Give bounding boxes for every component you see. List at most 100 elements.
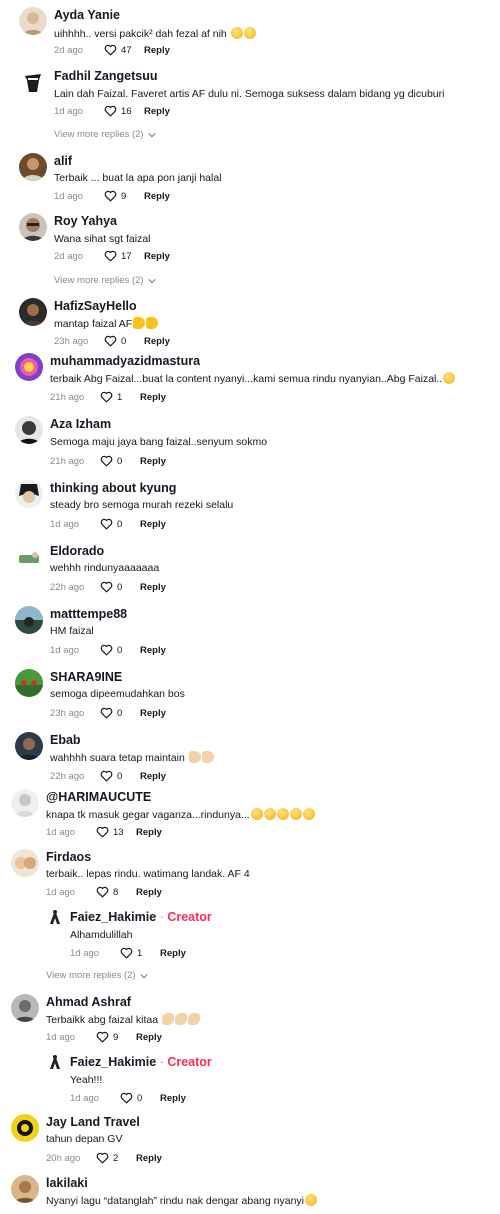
comment-username[interactable]: matttempe88 [50, 607, 127, 621]
avatar[interactable] [15, 669, 43, 697]
heart-icon [104, 44, 117, 56]
comment-time: 1d ago [50, 644, 80, 656]
reply-button[interactable]: Reply [136, 827, 162, 838]
reply-button[interactable]: Reply [144, 191, 170, 202]
comment-time: 22h ago [50, 581, 85, 593]
avatar[interactable] [15, 732, 43, 760]
view-more-replies[interactable]: View more replies (2) [54, 275, 156, 286]
reply-button[interactable]: Reply [140, 456, 166, 467]
pleading-face-emoji-icon [250, 808, 263, 820]
comment-username[interactable]: Ayda Yanie [54, 8, 120, 22]
thumbs-up-emoji-icon [146, 317, 159, 329]
reply-time: 1d ago [70, 947, 100, 959]
comment-text: Terbaik ... buat la apa pon janji halal [54, 172, 222, 184]
view-more-replies-label: View more replies (2) [54, 129, 144, 140]
comment-username[interactable]: Eldorado [50, 544, 104, 558]
like-button[interactable]: 47 [104, 44, 144, 56]
like-button[interactable]: 0 [120, 1092, 160, 1104]
comment-username[interactable]: Jay Land Travel [46, 1115, 140, 1129]
reply-button[interactable]: Reply [140, 708, 166, 719]
comment-username[interactable]: Roy Yahya [54, 214, 117, 228]
flexed-biceps-emoji-icon [187, 1013, 200, 1025]
avatar[interactable] [11, 1114, 39, 1142]
creator-avatar[interactable] [46, 908, 64, 926]
reply-username[interactable]: Faiez_Hakimie · Creator [70, 910, 212, 924]
reply-button[interactable]: Reply [136, 1032, 162, 1043]
comment-time: 1d ago [46, 886, 76, 898]
reply-button[interactable]: Reply [136, 887, 162, 898]
avatar[interactable] [11, 1175, 39, 1203]
comment-meta: 1d ago 9 Reply [54, 190, 170, 202]
like-button[interactable]: 0 [100, 455, 140, 467]
avatar[interactable] [15, 353, 43, 381]
creator-avatar[interactable] [46, 1053, 64, 1071]
comment-time: 1d ago [50, 518, 80, 530]
avatar[interactable] [15, 480, 43, 508]
avatar[interactable] [11, 849, 39, 877]
reply-button[interactable]: Reply [140, 645, 166, 656]
comment-username[interactable]: muhammadyazidmastura [50, 354, 200, 368]
grimace-emoji-icon [230, 27, 243, 39]
comment-text: Terbaikk abg faizal kitaa [46, 1013, 200, 1026]
avatar[interactable] [15, 543, 43, 571]
like-button[interactable]: 17 [104, 250, 144, 262]
view-more-replies-label: View more replies (2) [46, 970, 136, 981]
avatar[interactable] [19, 68, 47, 96]
reply-button[interactable]: Reply [136, 1153, 162, 1164]
like-button[interactable]: 0 [100, 707, 140, 719]
reply-button[interactable]: Reply [140, 582, 166, 593]
comment-username[interactable]: Firdaos [46, 850, 91, 864]
comment-text: knapa tk masuk gegar vaganza...rindunya.… [46, 808, 315, 821]
comment-username[interactable]: @HARIMAUCUTE [46, 790, 151, 804]
avatar[interactable] [11, 789, 39, 817]
reply-button[interactable]: Reply [144, 251, 170, 262]
like-button[interactable]: 1 [120, 947, 160, 959]
like-button[interactable]: 8 [96, 886, 136, 898]
like-button[interactable]: 1 [100, 391, 140, 403]
reply-button[interactable]: Reply [144, 45, 170, 56]
reply-button[interactable]: Reply [144, 336, 170, 347]
comment-username[interactable]: lakilaki [46, 1176, 88, 1190]
comment-username[interactable]: Ahmad Ashraf [46, 995, 131, 1009]
comment-username[interactable]: Aza Izham [50, 417, 111, 431]
reply-button[interactable]: Reply [144, 106, 170, 117]
comment-username[interactable]: HafizSayHello [54, 299, 137, 313]
like-button[interactable]: 0 [100, 518, 140, 530]
like-count: 0 [117, 455, 123, 467]
avatar[interactable] [19, 298, 47, 326]
like-button[interactable]: 16 [104, 105, 144, 117]
comment-username[interactable]: SHARA9INE [50, 670, 122, 684]
comment-meta: 21h ago 1 Reply [50, 391, 166, 403]
reply-username[interactable]: Faiez_Hakimie · Creator [70, 1055, 212, 1069]
like-button[interactable]: 9 [96, 1031, 136, 1043]
comment-username[interactable]: thinking about kyung [50, 481, 176, 495]
view-more-replies[interactable]: View more replies (2) [54, 129, 156, 140]
comment-meta: 1d ago 13 Reply [46, 826, 162, 838]
heart-icon [100, 581, 113, 593]
like-button[interactable]: 13 [96, 826, 136, 838]
avatar[interactable] [19, 153, 47, 181]
avatar[interactable] [11, 994, 39, 1022]
like-count: 0 [117, 518, 123, 530]
like-count: 0 [137, 1092, 143, 1104]
comment-username[interactable]: Fadhil Zangetsuu [54, 69, 157, 83]
reply-button[interactable]: Reply [160, 948, 186, 959]
like-button[interactable]: 2 [96, 1152, 136, 1164]
reply-button[interactable]: Reply [140, 771, 166, 782]
avatar[interactable] [15, 606, 43, 634]
comment-meta: 21h ago 0 Reply [50, 455, 166, 467]
like-button[interactable]: 9 [104, 190, 144, 202]
view-more-replies[interactable]: View more replies (2) [46, 970, 148, 981]
like-button[interactable]: 0 [104, 335, 144, 347]
comment-username[interactable]: Ebab [50, 733, 81, 747]
avatar[interactable] [19, 213, 47, 241]
reply-button[interactable]: Reply [140, 519, 166, 530]
reply-button[interactable]: Reply [140, 392, 166, 403]
avatar[interactable] [15, 416, 43, 444]
like-button[interactable]: 0 [100, 770, 140, 782]
reply-button[interactable]: Reply [160, 1093, 186, 1104]
avatar[interactable] [19, 7, 47, 35]
like-button[interactable]: 0 [100, 644, 140, 656]
comment-username[interactable]: alif [54, 154, 72, 168]
like-button[interactable]: 0 [100, 581, 140, 593]
